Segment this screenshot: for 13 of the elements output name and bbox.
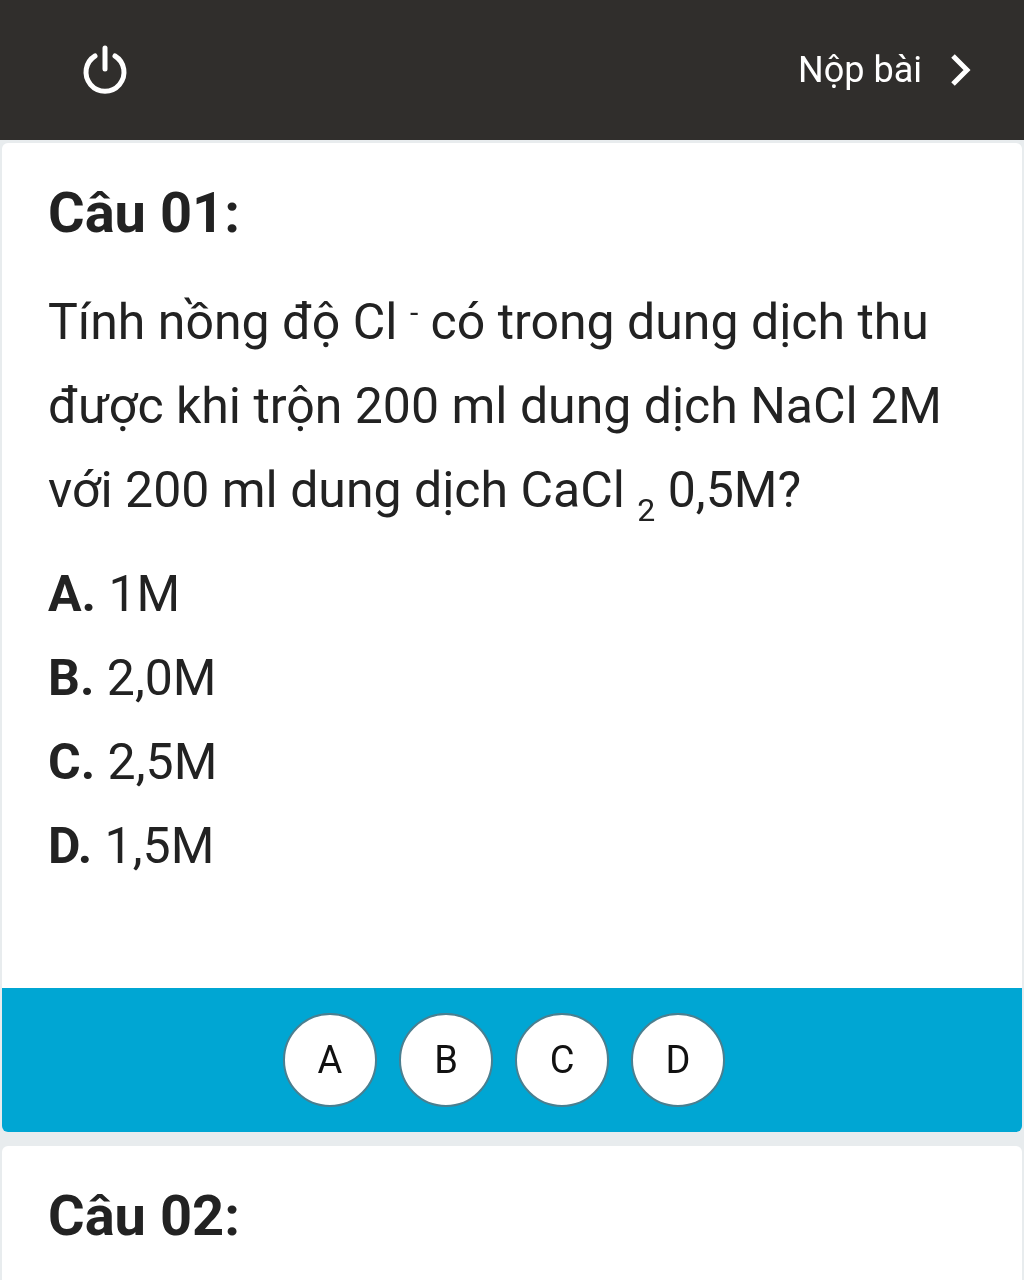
submit-button[interactable]: Nộp bài (798, 49, 972, 91)
question-title: Câu 01: (48, 179, 241, 248)
answer-option: B. 2,0M (48, 636, 978, 720)
answer-option: C. 2,5M (48, 720, 978, 804)
question-text: Tính nồng độ Cl $^{-}$ có trong dung dịch thu được khi trộn 200 ml dung dịch NaCl 2M với 200 ml dung dịch CaCl $_{2}$ 0,5M? (48, 292, 943, 531)
answer-button[interactable]: B (399, 1013, 493, 1107)
answer-button[interactable]: C (515, 1013, 609, 1107)
answer-button[interactable]: A (283, 1013, 377, 1107)
chevron-right-icon (948, 52, 972, 88)
answer-button[interactable]: D (631, 1013, 725, 1107)
question-title: Câu 02: (48, 1182, 241, 1251)
answer-option: D. 1,5M (48, 804, 978, 888)
answer-option: A. 1M (48, 552, 978, 636)
